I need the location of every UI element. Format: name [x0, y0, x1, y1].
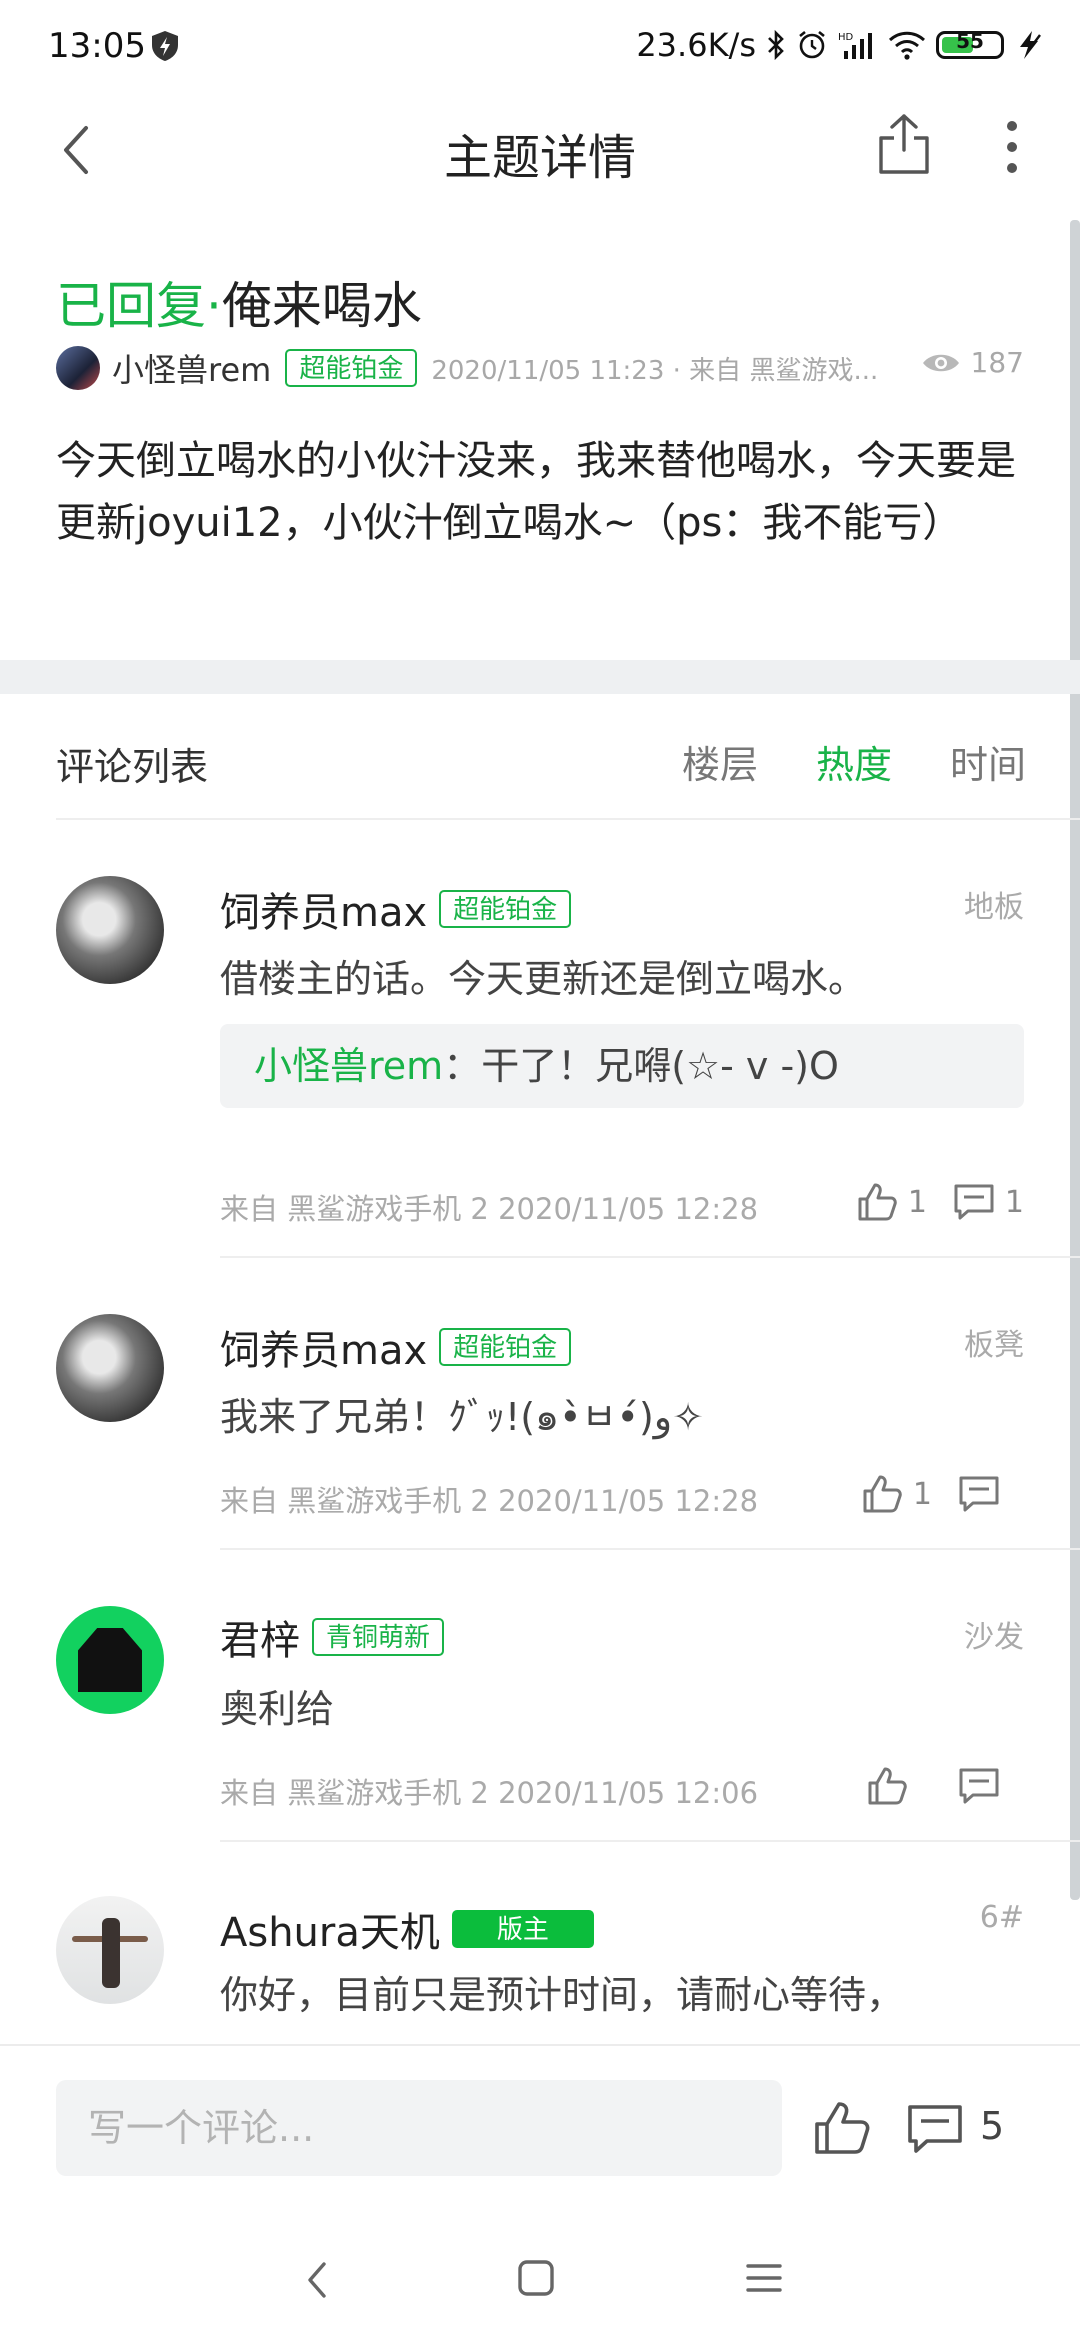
comment-count: 5 — [980, 2104, 1005, 2148]
comment-actions: 1 1 — [856, 1182, 1024, 1222]
commenter-avatar[interactable] — [56, 1896, 164, 2004]
comment-text: 借楼主的话。今天更新还是倒立喝水。 — [220, 957, 867, 1001]
tab-hot[interactable]: 热度 — [816, 734, 892, 789]
floor-label: 6# — [979, 1900, 1024, 1935]
comment-divider — [220, 1840, 1080, 1842]
section-divider — [0, 660, 1080, 694]
comment-actions — [866, 1766, 1024, 1806]
floor-label: 地板 — [964, 890, 1024, 925]
comment-divider — [220, 1548, 1080, 1550]
reply-author[interactable]: 小怪兽rem — [254, 1044, 443, 1088]
sort-tabs: 楼层 热度 时间 — [682, 734, 1026, 789]
like-count: 1 — [912, 1476, 932, 1512]
post-body: 今天倒立喝水的小伙汁没来，我来替他喝水，今天要是更新joyui12，小伙汁倒立喝… — [56, 438, 1016, 546]
comment-input[interactable] — [56, 2080, 782, 2176]
reply-icon[interactable] — [953, 1182, 995, 1222]
reply-sep: ： — [443, 1044, 482, 1088]
battery-icon: 55 — [936, 29, 1004, 59]
commenter-name[interactable]: 饲养员max — [220, 1318, 427, 1376]
author-badge: 超能铂金 — [285, 349, 418, 387]
comment-author: 饲养员max 超能铂金 — [220, 880, 572, 938]
author-avatar[interactable] — [56, 346, 100, 390]
commenter-badge: 青铜萌新 — [312, 1618, 445, 1656]
eye-icon — [922, 354, 959, 371]
alarm-icon — [799, 30, 825, 59]
comment-text: 我来了兄弟！ｸﾞｯ!(๑•̀ㅂ•́)و✧ — [220, 1395, 704, 1439]
comment-text: 你好，目前只是预计时间，请耐心等待， — [220, 1973, 905, 2017]
comment-source: 来自 黑鲨游戏手机 2 2020/11/05 12:28 — [220, 1484, 759, 1518]
comment-icon[interactable] — [906, 2102, 964, 2156]
top-nav-bar: 主题详情 — [0, 90, 1080, 230]
status-bar: 13:05 23.6K/s HD 55 — [0, 0, 1080, 90]
more-icon[interactable] — [1000, 114, 1024, 180]
tab-floor[interactable]: 楼层 — [682, 734, 758, 789]
commenter-avatar[interactable] — [56, 876, 164, 984]
status-right: 23.6K/s HD 55 — [636, 26, 1044, 64]
comments-header: 评论列表 楼层 热度 时间 — [56, 730, 1026, 790]
battery-level: 55 — [956, 29, 984, 53]
floor-label: 板凳 — [964, 1328, 1024, 1363]
nav-menu-icon[interactable] — [744, 2258, 784, 2298]
charging-icon — [1020, 31, 1041, 59]
status-time: 13:05 — [48, 26, 146, 66]
commenter-name[interactable]: 君梓 — [220, 1608, 300, 1666]
signal-icon: HD — [838, 32, 872, 59]
system-nav-bar — [0, 2212, 1080, 2340]
commenter-name[interactable]: 饲养员max — [220, 880, 427, 938]
reply-status: 已回复 — [56, 277, 206, 335]
share-icon[interactable] — [876, 112, 932, 176]
views-number: 187 — [970, 346, 1024, 379]
like-icon[interactable] — [861, 1474, 903, 1514]
comment-actions: 1 — [861, 1474, 1024, 1514]
post-date-source: 2020/11/05 11:23 · 来自 黑鲨游戏... — [431, 355, 879, 386]
comment-source: 来自 黑鲨游戏手机 2 2020/11/05 12:06 — [220, 1776, 759, 1810]
comment-footer: 来自 黑鲨游戏手机 2 2020/11/05 12:06 — [220, 1766, 1024, 1810]
title-separator: · — [206, 277, 222, 335]
reply-icon[interactable] — [958, 1474, 1000, 1514]
post-title: 已回复·俺来喝水 — [56, 266, 422, 338]
view-count: 187 — [921, 346, 1024, 379]
author-name[interactable]: 小怪兽rem — [112, 345, 271, 391]
like-count: 1 — [907, 1184, 927, 1220]
post-meta: 小怪兽rem 超能铂金 2020/11/05 11:23 · 来自 黑鲨游戏..… — [56, 344, 1036, 392]
commenter-badge: 超能铂金 — [439, 1328, 572, 1366]
like-post-icon[interactable] — [812, 2100, 872, 2156]
floor-label: 沙发 — [964, 1620, 1024, 1655]
reply-text: 干了！兄嘚(☆- v -)O — [481, 1044, 839, 1088]
commenter-badge: 超能铂金 — [439, 890, 572, 928]
comment-footer: 来自 黑鲨游戏手机 2 2020/11/05 12:28 1 — [220, 1474, 1024, 1518]
bluetooth-icon — [768, 29, 784, 61]
reply-icon[interactable] — [958, 1766, 1000, 1806]
nav-home-icon[interactable] — [516, 2258, 556, 2298]
comment-author: 君梓 青铜萌新 — [220, 1608, 445, 1666]
comments-label: 评论列表 — [56, 745, 209, 789]
commenter-name[interactable]: Ashura天机 — [220, 1900, 440, 1958]
network-speed: 23.6K/s — [636, 26, 756, 64]
commenter-avatar[interactable] — [56, 1314, 164, 1422]
nav-back-icon[interactable] — [300, 2258, 336, 2302]
commenter-avatar[interactable] — [56, 1606, 164, 1714]
reply-quote[interactable]: 小怪兽rem：干了！兄嘚(☆- v -)O — [220, 1024, 1024, 1108]
comment-author: Ashura天机 版主 — [220, 1900, 594, 1958]
scrollbar[interactable] — [1070, 220, 1080, 1900]
moderator-badge: 版主 — [451, 1910, 594, 1948]
header-divider — [56, 818, 1080, 820]
reply-count: 1 — [1004, 1184, 1024, 1220]
like-icon[interactable] — [866, 1766, 908, 1806]
comment-footer: 来自 黑鲨游戏手机 2 2020/11/05 12:28 1 1 — [220, 1182, 1024, 1226]
shield-icon — [152, 31, 178, 61]
comment-text: 奥利给 — [220, 1687, 335, 1731]
comment-source: 来自 黑鲨游戏手机 2 2020/11/05 12:28 — [220, 1192, 759, 1226]
tab-time[interactable]: 时间 — [950, 734, 1026, 789]
wifi-icon — [888, 31, 926, 60]
svg-text:HD: HD — [838, 32, 854, 43]
comment-input-bar: 5 — [0, 2044, 1080, 2214]
post-title-text: 俺来喝水 — [221, 277, 422, 335]
comment-author: 饲养员max 超能铂金 — [220, 1318, 572, 1376]
comment-divider — [220, 1256, 1080, 1258]
like-icon[interactable] — [856, 1182, 898, 1222]
